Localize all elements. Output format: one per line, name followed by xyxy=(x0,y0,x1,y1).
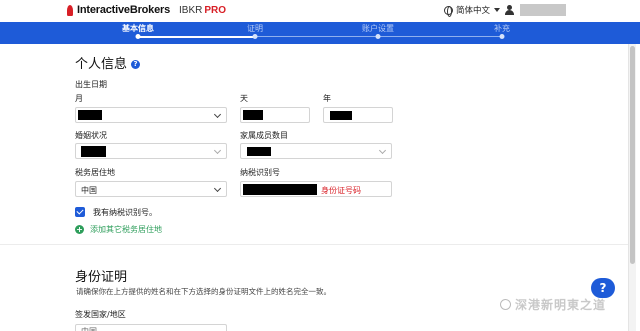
user-icon xyxy=(505,5,514,15)
chevron-down-icon xyxy=(213,110,222,119)
add-tax-residence-link[interactable]: + 添加其它税务居住地 xyxy=(75,224,162,235)
globe-icon xyxy=(444,5,453,17)
step-basic-info-dot xyxy=(135,34,141,39)
dependents-label: 家属成员数目 xyxy=(240,131,288,140)
language-label: 简体中文 xyxy=(456,6,491,16)
marital-status-label: 婚姻状况 xyxy=(75,131,107,140)
step-proof-label[interactable]: 证明 xyxy=(247,23,263,34)
identity-note: 请确保你在上方提供的姓名和在下方选择的身份证明文件上的姓名完全一致。 xyxy=(76,287,331,296)
user-name-redacted xyxy=(520,4,566,16)
progress-track-completed xyxy=(138,36,255,38)
language-selector[interactable]: 简体中文 xyxy=(444,4,501,17)
dependents-select[interactable] xyxy=(240,143,392,159)
step-proof-dot xyxy=(252,34,258,39)
issuing-country-label: 签发国家/地区 xyxy=(75,310,126,319)
birth-year-input[interactable] xyxy=(323,107,393,123)
redacted-value xyxy=(243,110,263,120)
logo-flame-icon xyxy=(66,4,74,16)
scrollbar-thumb[interactable] xyxy=(630,46,635,264)
has-tax-id-label: 我有纳税识别号。 xyxy=(93,208,157,217)
tax-id-hint: 身份证号码 xyxy=(321,186,361,195)
tax-residence-select[interactable]: 中国 xyxy=(75,181,227,197)
section-divider xyxy=(0,244,628,245)
brand-logo[interactable]: InteractiveBrokers xyxy=(66,4,170,16)
tax-id-input[interactable]: 身份证号码 xyxy=(240,181,392,197)
tax-id-label: 纳税识别号 xyxy=(240,168,280,177)
redacted-value xyxy=(330,111,352,120)
application-progress-bar: 基本信息 证明 账户设置 补充 xyxy=(0,22,640,44)
identity-title: 身份证明 xyxy=(75,270,128,285)
tax-residence-value: 中国 xyxy=(81,186,97,195)
add-tax-residence-text: 添加其它税务居住地 xyxy=(90,225,162,234)
chat-help-button[interactable]: ? xyxy=(591,278,615,298)
tax-residence-label: 税务居住地 xyxy=(75,168,115,177)
chevron-down-icon xyxy=(494,8,501,12)
redacted-value xyxy=(247,147,271,156)
user-menu[interactable] xyxy=(505,4,566,16)
step-supplement-label[interactable]: 补充 xyxy=(494,23,510,34)
dob-label: 出生日期 xyxy=(75,80,107,89)
watermark-icon xyxy=(500,299,511,310)
marital-status-select[interactable] xyxy=(75,143,227,159)
issuing-country-value: 中国 xyxy=(81,326,97,331)
chevron-down-icon xyxy=(213,146,222,155)
redacted-value xyxy=(243,184,317,195)
day-label: 天 xyxy=(240,94,248,103)
product-label: IBKR xyxy=(179,5,203,16)
watermark-text: 深港新明東之道 xyxy=(515,298,607,312)
chevron-down-icon xyxy=(213,184,222,193)
step-account-settings-label[interactable]: 账户设置 xyxy=(362,23,394,34)
personal-info-title: 个人信息? xyxy=(75,53,141,72)
year-label: 年 xyxy=(323,94,331,103)
step-basic-info-label[interactable]: 基本信息 xyxy=(122,23,154,34)
brand-name: InteractiveBrokers xyxy=(77,4,171,16)
redacted-value xyxy=(78,110,102,120)
plus-circle-icon: + xyxy=(75,225,84,234)
help-icon[interactable]: ? xyxy=(131,60,141,69)
redacted-value xyxy=(81,146,106,157)
product-tier: PRO xyxy=(204,5,227,16)
chevron-down-icon xyxy=(378,146,387,155)
top-bar: InteractiveBrokers IBKR PRO 简体中文 xyxy=(0,0,640,22)
product-name: IBKR PRO xyxy=(179,5,226,16)
has-tax-id-checkbox[interactable] xyxy=(75,207,85,217)
watermark: 深港新明東之道 xyxy=(500,296,606,313)
birth-month-select[interactable] xyxy=(75,107,227,123)
step-account-settings-dot xyxy=(375,34,381,39)
month-label: 月 xyxy=(75,94,83,103)
issuing-country-select[interactable]: 中国 xyxy=(75,324,227,331)
step-supplement-dot xyxy=(499,34,505,39)
birth-day-input[interactable] xyxy=(240,107,310,123)
personal-info-title-text: 个人信息 xyxy=(75,57,128,72)
